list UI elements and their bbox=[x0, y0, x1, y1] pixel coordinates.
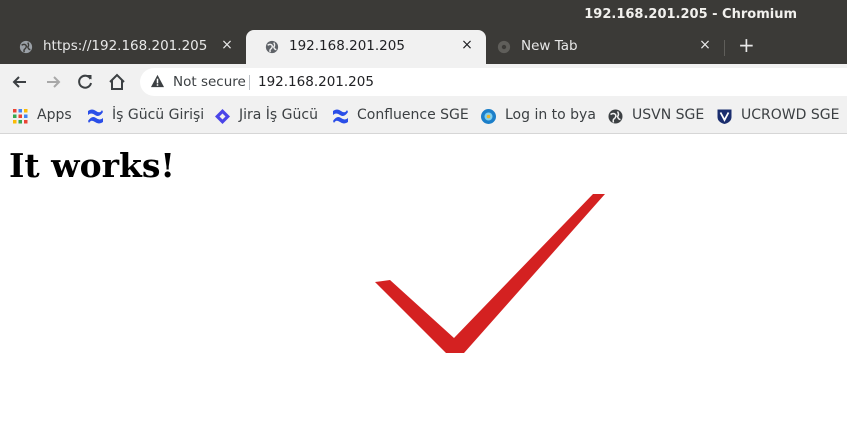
chromium-icon bbox=[497, 40, 511, 54]
title-bar: 192.168.201.205 - Chromium bbox=[0, 0, 847, 30]
window-title: 192.168.201.205 - Chromium bbox=[584, 7, 797, 22]
home-icon[interactable] bbox=[107, 72, 127, 92]
apps-grid-icon bbox=[13, 109, 28, 124]
page-heading: It works! bbox=[9, 146, 175, 185]
page-content: It works! bbox=[0, 134, 847, 441]
tab-strip: https://192.168.201.205 × 192.168.201.20… bbox=[0, 30, 847, 64]
tab-close-button[interactable]: × bbox=[698, 37, 712, 53]
back-arrow-icon[interactable] bbox=[10, 72, 30, 92]
tab-label: https://192.168.201.205 bbox=[43, 38, 208, 54]
address-bar[interactable]: Not secure 192.168.201.205 bbox=[140, 68, 847, 96]
jira-icon bbox=[215, 109, 230, 124]
bookmark-label: İş Gücü Girişi bbox=[112, 107, 205, 123]
bookmarks-bar: Apps İş Gücü Girişi Jira İş Gücü Conflue… bbox=[0, 100, 847, 134]
url-text[interactable]: 192.168.201.205 bbox=[258, 74, 374, 90]
bookmark-label: USVN SGE bbox=[632, 107, 705, 123]
confluence-icon bbox=[333, 109, 348, 124]
bookmark-label: Apps bbox=[37, 107, 72, 123]
bookmark-label: UCROWD SGE bbox=[741, 107, 840, 123]
tab-label: 192.168.201.205 bbox=[289, 38, 405, 54]
checkmark-shape bbox=[375, 194, 605, 353]
tab-close-button[interactable]: × bbox=[220, 37, 234, 53]
omnibox-divider bbox=[249, 75, 250, 90]
confluence-icon bbox=[88, 109, 103, 124]
bookmark-label: Confluence SGE bbox=[357, 107, 469, 123]
bookmark-label: Jira İş Gücü bbox=[239, 107, 318, 123]
tab-new-tab[interactable]: New Tab × bbox=[478, 30, 724, 64]
new-tab-button[interactable]: + bbox=[738, 33, 755, 57]
bya-icon bbox=[481, 109, 496, 124]
globe-icon bbox=[265, 40, 279, 54]
warning-icon[interactable] bbox=[150, 74, 165, 88]
reload-icon[interactable] bbox=[75, 72, 95, 92]
bookmark-label: Log in to bya bbox=[505, 107, 596, 123]
tab-close-button[interactable]: × bbox=[460, 37, 474, 53]
forward-arrow-icon[interactable] bbox=[43, 72, 63, 92]
ucrowd-shield-icon bbox=[717, 109, 732, 124]
tab-https-192-168-201-205[interactable]: https://192.168.201.205 × bbox=[0, 30, 246, 64]
security-status[interactable]: Not secure bbox=[173, 74, 246, 90]
toolbar: Not secure 192.168.201.205 bbox=[0, 64, 847, 100]
tab-divider bbox=[724, 40, 725, 56]
tab-192-168-201-205[interactable]: 192.168.201.205 × bbox=[246, 30, 486, 64]
globe-icon bbox=[608, 109, 623, 124]
globe-icon bbox=[19, 40, 33, 54]
tab-label: New Tab bbox=[521, 38, 578, 54]
checkmark-icon bbox=[375, 194, 605, 353]
